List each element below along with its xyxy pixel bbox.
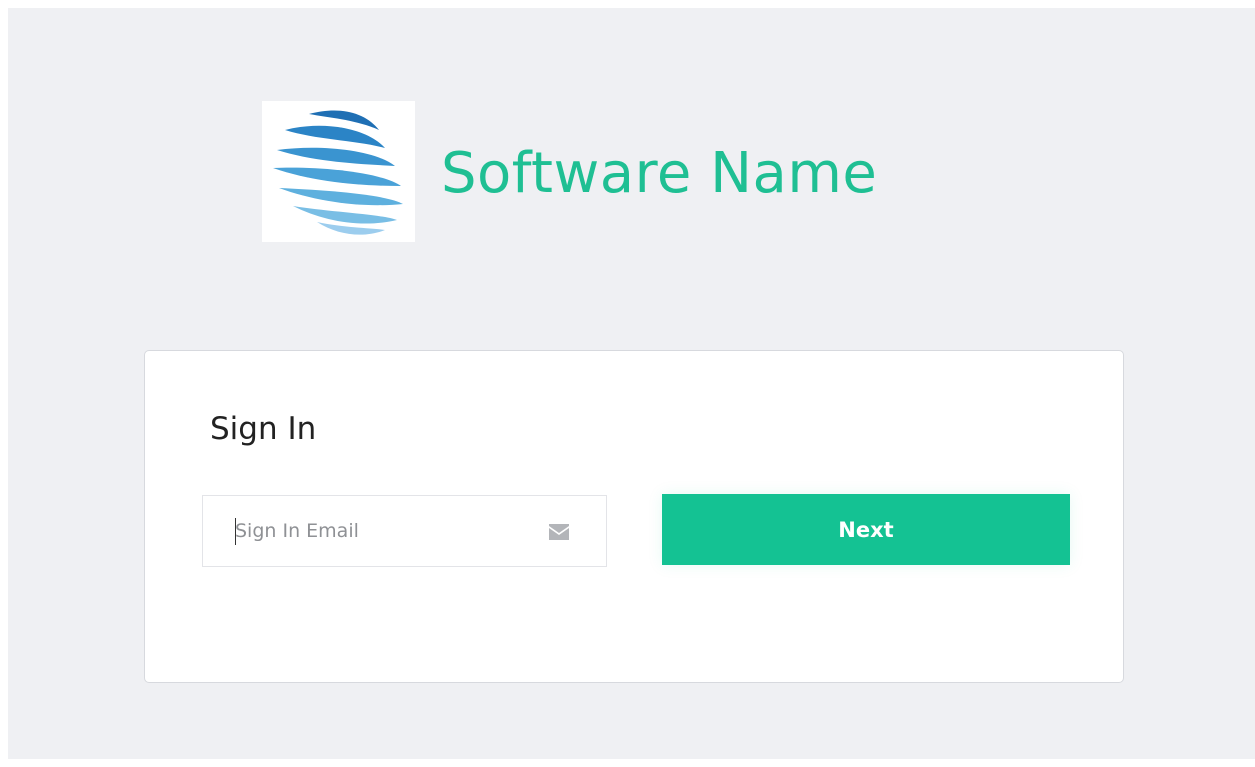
software-name: Software Name — [441, 140, 878, 206]
email-input[interactable] — [203, 496, 606, 566]
logo — [262, 101, 415, 242]
brand-header: Software Name — [262, 101, 877, 242]
text-caret — [235, 518, 236, 545]
envelope-icon — [549, 524, 569, 540]
globe-logo-icon — [272, 110, 403, 235]
email-field[interactable] — [202, 495, 607, 567]
next-button[interactable]: Next — [662, 494, 1070, 565]
sign-in-title: Sign In — [210, 411, 317, 447]
sign-in-card: Sign In Next — [144, 350, 1124, 683]
